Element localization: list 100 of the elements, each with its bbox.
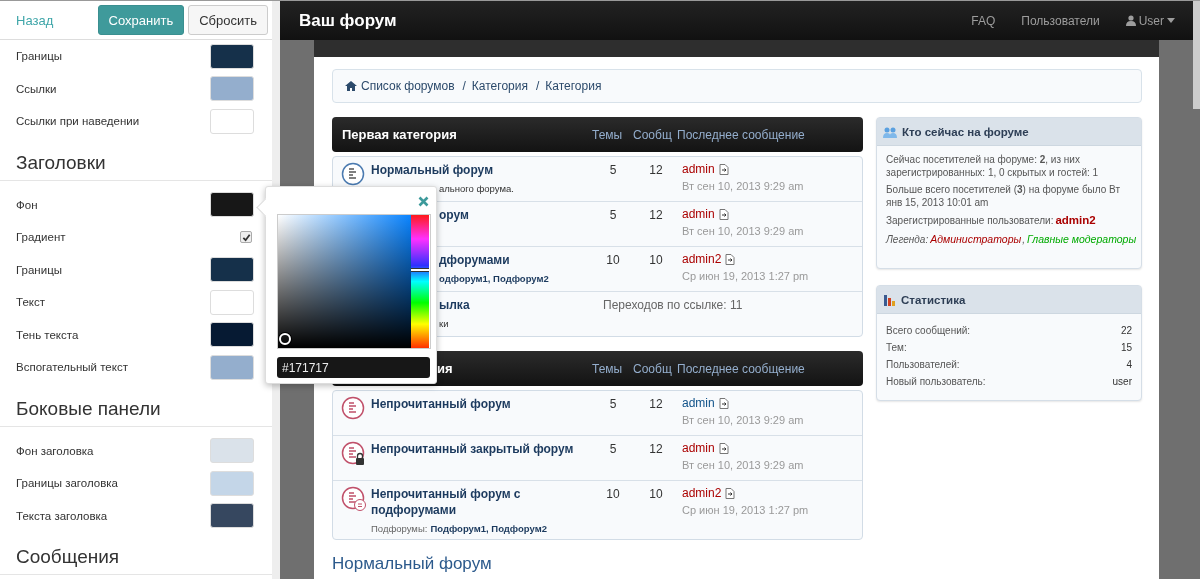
saturation-area[interactable] — [278, 215, 411, 348]
panel-button[interactable]: Сбросить — [188, 5, 268, 35]
setting-label: Границы заголовка — [16, 477, 118, 490]
subforums-label: Подфорумы: — [371, 523, 428, 534]
post-date: Вт сен 10, 2013 9:29 am — [682, 180, 804, 192]
column-header: Сообщ — [633, 361, 673, 376]
color-swatch[interactable] — [210, 257, 254, 283]
subforum-links[interactable]: одфорум1, Подфорум2 — [439, 273, 549, 284]
hue-handle[interactable] — [411, 267, 429, 272]
forum-title-link[interactable]: ылка — [439, 297, 593, 313]
topics-count: 10 — [605, 252, 621, 269]
stat-value: 22 — [1120, 324, 1132, 338]
forum-title-link[interactable]: орум — [439, 207, 593, 223]
forum-title-link[interactable]: дфорумами — [439, 252, 593, 268]
setting-label: Границы — [16, 50, 62, 63]
forum-title-link[interactable]: Непрочитанный форум с подфорумами — [371, 486, 593, 518]
color-swatch[interactable] — [210, 108, 254, 134]
forum-description: ального форума. — [439, 183, 515, 194]
redirect-count: Переходов по ссылке: 11 — [603, 297, 743, 314]
goto-post-icon[interactable] — [725, 487, 736, 499]
color-swatch[interactable] — [210, 354, 254, 380]
author-link[interactable]: admin — [682, 441, 715, 455]
scrollbar[interactable] — [1193, 1, 1200, 109]
hue-slider[interactable] — [411, 215, 429, 348]
forum-icon — [341, 486, 367, 512]
topics-count: 10 — [605, 486, 621, 503]
category-title[interactable]: Первая категория — [342, 127, 592, 142]
color-swatch[interactable] — [210, 192, 254, 218]
posts-count: 10 — [648, 252, 664, 269]
section-heading: Боковые панели — [0, 383, 272, 427]
posts-count: 12 — [648, 162, 664, 179]
forum-title-link[interactable]: Непрочитанный форум — [371, 396, 593, 412]
posts-count: 12 — [648, 396, 664, 413]
topics-count: 5 — [608, 396, 618, 413]
subforum-links[interactable]: Подфорум1, Подфорум2 — [430, 523, 547, 534]
color-swatch[interactable] — [210, 470, 254, 496]
goto-post-icon[interactable] — [718, 442, 729, 454]
goto-post-icon[interactable] — [718, 163, 729, 175]
color-swatch[interactable] — [210, 322, 254, 348]
stat-value: 4 — [1126, 358, 1132, 372]
stat-label: Пользователей: — [886, 358, 960, 372]
color-swatch[interactable] — [210, 43, 254, 69]
color-swatch[interactable] — [210, 289, 254, 315]
setting-label: Фон заголовка — [16, 444, 94, 457]
online-info-text: Больше всего посетителей (3) на форуме было Вт янв 15, 2013 10:01 am — [886, 184, 1121, 209]
breadcrumb-separator: / — [535, 79, 540, 93]
topics-count: 5 — [608, 207, 618, 224]
checkbox[interactable] — [240, 231, 252, 244]
user-icon — [1125, 15, 1136, 26]
nav-link[interactable]: Пользователи — [1021, 13, 1100, 28]
user-menu[interactable]: User — [1125, 13, 1175, 28]
forum-title-link[interactable]: Нормальный форум — [371, 162, 593, 178]
author-link[interactable]: admin — [682, 207, 715, 221]
forum-title-link[interactable]: Непрочитанный закрытый форум — [371, 441, 593, 457]
picker-handle[interactable] — [279, 333, 291, 345]
stat-label: Тем: — [886, 341, 907, 355]
forum-title[interactable]: Ваш форум — [299, 10, 397, 31]
color-swatch[interactable] — [210, 76, 254, 102]
users-icon — [883, 125, 897, 138]
setting-label: Текст — [16, 296, 45, 309]
hex-input[interactable]: #171717 — [277, 357, 430, 378]
legend-label: Легенда: — [886, 233, 929, 245]
stat-value: user — [1112, 375, 1132, 389]
author-link[interactable]: admin2 — [682, 252, 722, 266]
home-icon — [345, 81, 357, 91]
goto-post-icon[interactable] — [725, 253, 736, 265]
bar-chart-icon — [883, 293, 896, 306]
forum-icon — [341, 396, 367, 422]
color-swatch[interactable] — [210, 503, 254, 529]
breadcrumb-separator: / — [462, 79, 466, 93]
setting-label: Фон — [16, 198, 38, 211]
forum-description: ки — [439, 318, 450, 329]
user-link[interactable]: admin2 — [1055, 214, 1096, 226]
breadcrumb-link[interactable]: Категория — [545, 79, 602, 93]
goto-post-icon[interactable] — [718, 397, 729, 409]
section-heading: Заголовки — [0, 137, 272, 181]
breadcrumb-link[interactable]: Категория — [471, 79, 528, 93]
posts-count: 12 — [648, 441, 664, 458]
column-header: Сообщ — [633, 127, 673, 142]
column-header: Последнее сообщение — [677, 127, 806, 142]
stat-label: Всего сообщений: — [886, 324, 971, 338]
breadcrumb-link[interactable]: Список форумов — [361, 79, 455, 93]
column-header: Темы — [592, 361, 624, 376]
group-link[interactable]: Администраторы — [930, 232, 1022, 245]
author-link[interactable]: admin — [682, 396, 715, 410]
topics-count: 5 — [608, 441, 618, 458]
author-link[interactable]: admin — [682, 162, 715, 176]
page-heading: Нормальный форум — [332, 554, 493, 574]
setting-label: Ссылки при наведении — [16, 115, 140, 128]
setting-label: Тень текста — [16, 328, 79, 341]
setting-label: Границы — [16, 263, 62, 276]
close-icon[interactable] — [418, 196, 429, 207]
setting-label: Ссылки — [16, 82, 57, 95]
post-date: Ср июн 19, 2013 1:27 pm — [682, 270, 809, 282]
forum-icon — [341, 441, 367, 467]
nav-link[interactable]: FAQ — [971, 13, 996, 28]
goto-post-icon[interactable] — [718, 208, 729, 220]
topics-count: 5 — [608, 162, 618, 179]
author-link[interactable]: admin2 — [682, 486, 722, 500]
color-swatch[interactable] — [210, 438, 254, 464]
